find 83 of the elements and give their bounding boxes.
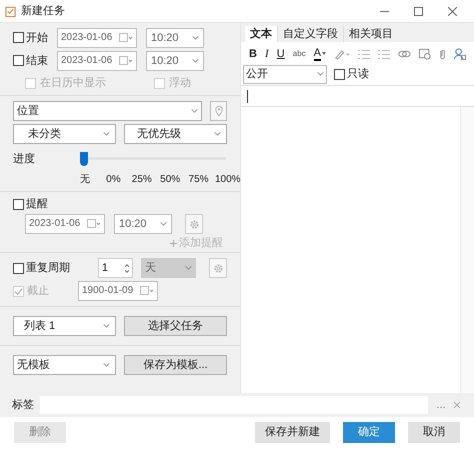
checkbox[interactable] bbox=[13, 32, 24, 43]
map-pin-button[interactable] bbox=[210, 101, 227, 121]
minimize-icon bbox=[380, 10, 388, 12]
window-title: 新建任务 bbox=[21, 4, 65, 18]
date-field[interactable]: 2023-01-06 bbox=[57, 50, 137, 70]
tick-label: 无 bbox=[79, 173, 91, 187]
calendar-icon bbox=[119, 32, 133, 42]
time-field[interactable]: 10:20 bbox=[114, 214, 172, 234]
checkbox-label: 提醒 bbox=[26, 197, 48, 211]
date-field[interactable]: 2023-01-06 bbox=[25, 214, 105, 234]
close-icon bbox=[448, 6, 456, 16]
calendar-icon bbox=[140, 286, 154, 296]
list-icon bbox=[358, 48, 370, 60]
checkbox-label: 开始 bbox=[26, 30, 48, 44]
date-button[interactable] bbox=[419, 48, 431, 60]
task-icon bbox=[5, 6, 16, 16]
checkbox[interactable] bbox=[334, 68, 345, 80]
tags-label: 标签 bbox=[12, 398, 34, 412]
reminder-settings-button[interactable] bbox=[185, 214, 203, 234]
numbers-button[interactable] bbox=[378, 48, 390, 60]
cancel-button[interactable]: 取消 bbox=[408, 422, 460, 442]
checkbox-label: 只读 bbox=[347, 67, 369, 81]
contact-button[interactable] bbox=[454, 48, 466, 60]
link-icon bbox=[398, 49, 411, 59]
highlighter-icon bbox=[334, 48, 350, 60]
dropdown[interactable]: 无优先级 bbox=[124, 124, 227, 144]
checkbox-label: 重复周期 bbox=[26, 261, 70, 275]
ok-button[interactable]: 确定 bbox=[343, 422, 395, 442]
tick-label: 75% bbox=[188, 173, 210, 187]
calendar-clock-icon bbox=[419, 48, 431, 60]
checkbox-label: 结束 bbox=[26, 54, 48, 68]
maximize-icon bbox=[414, 6, 422, 16]
more-button[interactable]: ... bbox=[434, 398, 448, 412]
tick-label: 25% bbox=[130, 173, 153, 187]
map-pin-icon bbox=[214, 105, 223, 117]
tab[interactable]: 文本 bbox=[245, 26, 277, 42]
bullets-button[interactable] bbox=[358, 48, 370, 60]
spinner-arrows-icon bbox=[124, 262, 130, 274]
time-field[interactable]: 10:20 bbox=[146, 28, 204, 48]
progress-label: 进度 bbox=[13, 152, 36, 166]
recurrence-settings-button[interactable] bbox=[209, 258, 227, 278]
checkbox[interactable] bbox=[13, 55, 24, 66]
clear-button[interactable] bbox=[454, 402, 462, 408]
italic-button[interactable]: I bbox=[264, 47, 269, 61]
checkbox-label: 截止 bbox=[27, 284, 49, 298]
calendar-icon bbox=[87, 219, 101, 229]
slider-thumb[interactable] bbox=[80, 152, 88, 166]
visibility-dropdown[interactable]: 公开 bbox=[243, 64, 327, 84]
tick-label: 100% bbox=[214, 173, 239, 187]
tick-label: 0% bbox=[105, 173, 122, 187]
underline-button[interactable]: U bbox=[276, 47, 285, 61]
dropdown[interactable]: 列表 1 bbox=[13, 316, 116, 336]
scrollbar[interactable] bbox=[460, 107, 474, 393]
bold-button[interactable]: B bbox=[249, 47, 257, 61]
number-spinner[interactable]: 1 bbox=[98, 258, 134, 278]
dropdown[interactable]: 无模板 bbox=[13, 355, 116, 375]
highlight-button[interactable] bbox=[334, 48, 350, 60]
button[interactable]: 保存为模板... bbox=[124, 355, 227, 375]
plus-icon bbox=[170, 240, 177, 246]
save-and-new-button[interactable]: 保存并新建 bbox=[255, 422, 330, 442]
checkbox[interactable] bbox=[13, 262, 24, 274]
button[interactable]: 选择父任务 bbox=[124, 316, 227, 336]
strikethrough-button[interactable]: abc bbox=[292, 47, 306, 61]
close-icon bbox=[454, 402, 460, 408]
calendar-icon bbox=[119, 56, 133, 66]
gear-icon bbox=[212, 262, 224, 274]
contacts-icon bbox=[454, 48, 466, 60]
checkbox-label: 在日历中显示 bbox=[40, 76, 106, 90]
dropdown[interactable]: 未分类 bbox=[13, 124, 116, 144]
paperclip-icon bbox=[439, 48, 446, 60]
checkbox-label: 浮动 bbox=[169, 76, 191, 90]
time-field[interactable]: 10:20 bbox=[146, 50, 204, 70]
gear-icon bbox=[188, 218, 200, 230]
list-icon bbox=[378, 48, 390, 60]
font-color-button[interactable]: A bbox=[314, 48, 326, 60]
link-button[interactable] bbox=[398, 49, 411, 59]
location-field[interactable]: 位置 bbox=[13, 101, 202, 121]
date-field[interactable]: 2023-01-06 bbox=[57, 28, 137, 48]
progress-slider[interactable] bbox=[80, 152, 226, 166]
tick-label: 50% bbox=[159, 173, 182, 187]
subject-field[interactable] bbox=[241, 85, 474, 107]
checkbox[interactable] bbox=[13, 198, 24, 210]
attach-button[interactable] bbox=[439, 48, 446, 60]
